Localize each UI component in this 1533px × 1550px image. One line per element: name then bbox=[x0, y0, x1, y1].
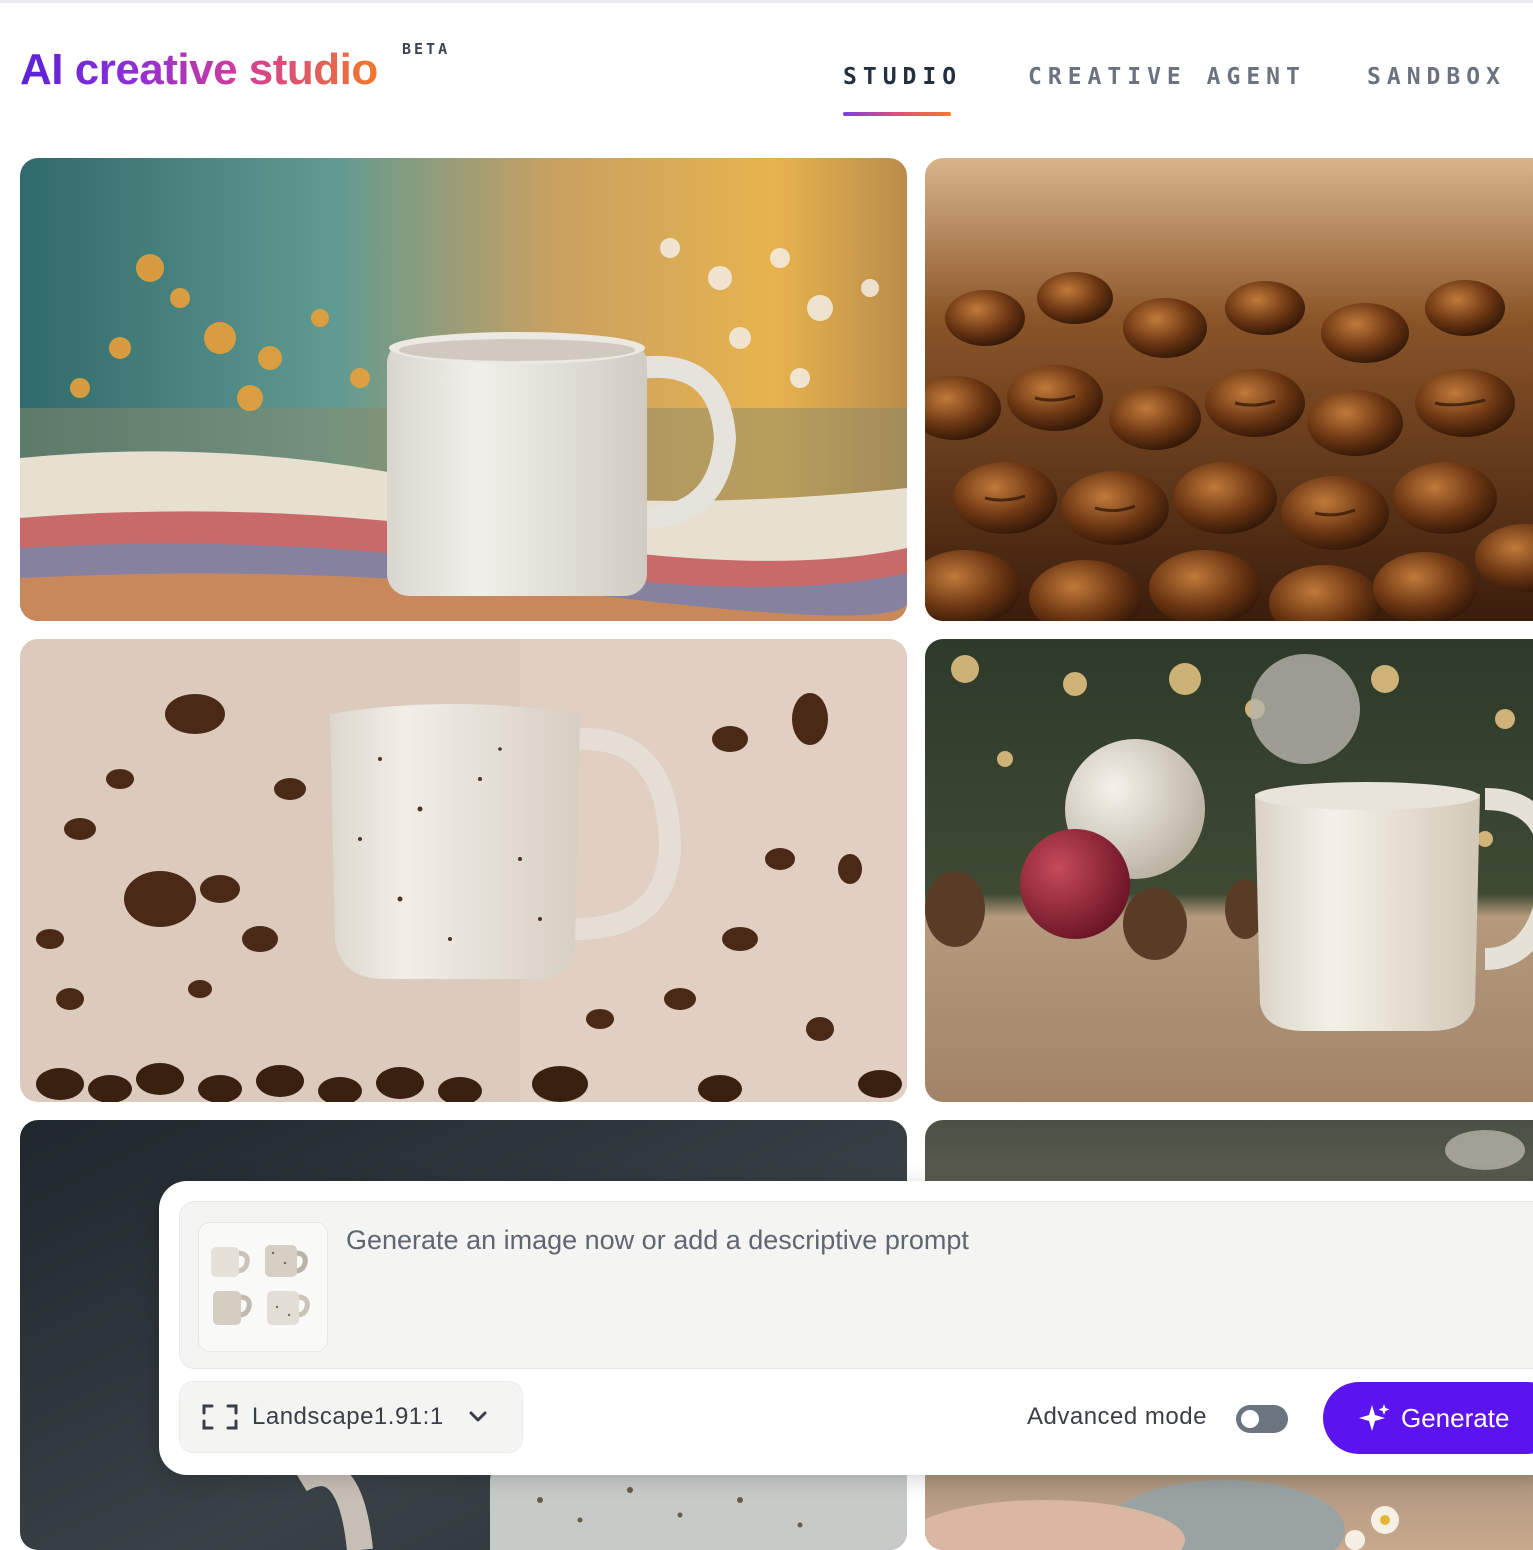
aspect-ratio-label: Landscape1.91:1 bbox=[252, 1403, 444, 1430]
active-tab-indicator bbox=[843, 112, 951, 116]
nav-tab-sandbox[interactable]: SANDBOX bbox=[1367, 64, 1506, 90]
frame-corners-icon bbox=[202, 1404, 238, 1430]
chevron-down-icon bbox=[469, 1411, 487, 1422]
top-border bbox=[0, 0, 1533, 3]
aspect-ratio-dropdown[interactable]: Landscape1.91:1 bbox=[179, 1381, 523, 1453]
beta-badge: BETA bbox=[402, 40, 451, 58]
generate-button[interactable]: Generate bbox=[1323, 1382, 1533, 1454]
advanced-mode-label: Advanced mode bbox=[1027, 1403, 1207, 1430]
gallery-image-christmas-mug[interactable] bbox=[925, 639, 1533, 1102]
prompt-panel: Landscape1.91:1 Advanced mode Generate bbox=[159, 1181, 1533, 1475]
gallery-image-floating-mug[interactable] bbox=[20, 639, 907, 1102]
prompt-input[interactable] bbox=[346, 1222, 1533, 1352]
gallery-image-coffee-beans[interactable] bbox=[925, 158, 1533, 621]
advanced-mode-toggle[interactable] bbox=[1236, 1405, 1288, 1433]
toggle-knob bbox=[1241, 1410, 1259, 1428]
nav-tab-creative-agent[interactable]: CREATIVE AGENT bbox=[1028, 64, 1306, 90]
gallery-image-mug-blanket[interactable] bbox=[20, 158, 907, 621]
sparkle-icon bbox=[1359, 1404, 1390, 1431]
app-logo[interactable]: AI creative studio bbox=[20, 48, 378, 92]
product-mugs-thumbnail-icon bbox=[211, 1245, 310, 1325]
product-thumbnail[interactable] bbox=[198, 1222, 328, 1352]
nav-tab-studio[interactable]: STUDIO bbox=[843, 64, 962, 90]
prompt-box bbox=[179, 1201, 1533, 1369]
generate-label: Generate bbox=[1401, 1402, 1510, 1433]
